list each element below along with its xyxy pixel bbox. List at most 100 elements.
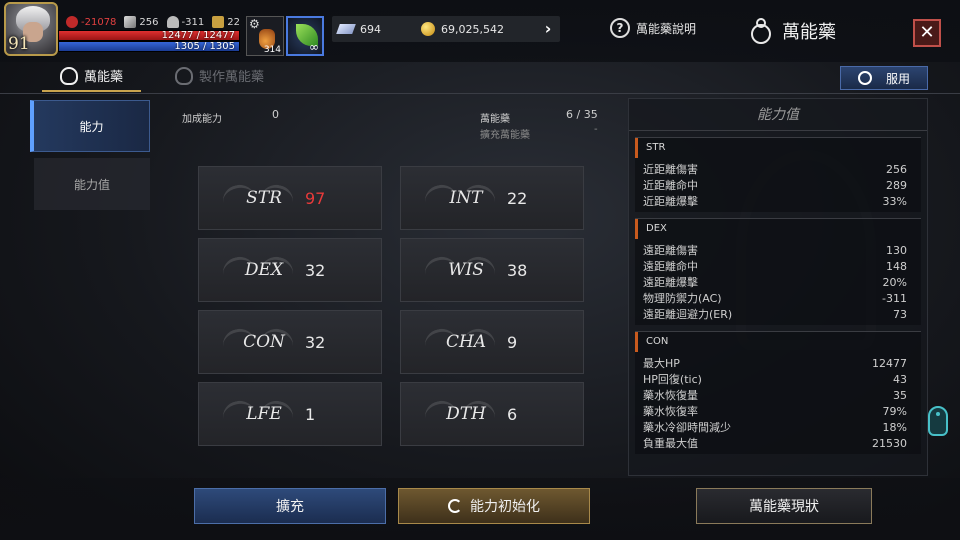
stat-name: CHA bbox=[445, 332, 487, 352]
stat-card-con[interactable]: CON 32 bbox=[198, 310, 382, 374]
row-value: 18% bbox=[882, 421, 907, 434]
player-level: 91 bbox=[8, 34, 30, 54]
row-value: 20% bbox=[882, 276, 907, 289]
row-value: 148 bbox=[886, 260, 907, 273]
reset-button-label: 能力初始化 bbox=[470, 499, 540, 515]
mp-text: 1305 / 1305 bbox=[174, 41, 235, 52]
trophy-icon bbox=[212, 16, 225, 28]
elixir-emblem-icon bbox=[746, 18, 772, 44]
gold-coin-icon bbox=[421, 22, 435, 36]
row-label: 藥水冷卻時間減少 bbox=[643, 421, 731, 434]
stat-value: 6 bbox=[507, 404, 518, 424]
sword-icon bbox=[124, 16, 137, 28]
bottom-action-bar: 擴充 能力初始化 萬能藥現狀 bbox=[0, 478, 960, 540]
stat-value: 22 bbox=[507, 188, 528, 208]
screen-title-text: 萬能藥 bbox=[782, 22, 836, 43]
stat-detail-row: 近距離爆擊 33% bbox=[643, 194, 921, 210]
close-button[interactable]: ✕ bbox=[913, 19, 941, 47]
stat-value: 38 bbox=[507, 260, 528, 280]
stat-detail-row: 最大HP 12477 bbox=[643, 356, 921, 372]
tab-craft-label: 製作萬能藥 bbox=[199, 70, 265, 85]
dinosaur-mascot-icon[interactable] bbox=[924, 400, 952, 440]
tab-craft-elixir[interactable]: 製作萬能藥 bbox=[175, 66, 264, 85]
expand-button[interactable]: 擴充 bbox=[194, 488, 386, 524]
currency-bar: 694 69,025,542 › bbox=[332, 16, 560, 42]
elixir-count: 6 / 35 bbox=[566, 108, 598, 121]
stat-name: INT bbox=[449, 188, 483, 208]
status-button-label: 萬能藥現狀 bbox=[749, 499, 819, 515]
gear-icon: ⚙ bbox=[249, 17, 260, 31]
row-label: 遠距離傷害 bbox=[643, 244, 698, 257]
row-label: HP回復(tic) bbox=[643, 373, 702, 386]
mp-bar: 1305 / 1305 bbox=[58, 41, 240, 52]
crystal-amount: 694 bbox=[360, 22, 381, 36]
elixir-help-button[interactable]: ? 萬能藥說明 bbox=[610, 18, 696, 38]
elixir-status-button[interactable]: 萬能藥現狀 bbox=[696, 488, 872, 524]
stat-card-wis[interactable]: WIS 38 bbox=[400, 238, 584, 302]
stat-value: 1 bbox=[305, 404, 316, 424]
expand-elixir-value: - bbox=[594, 124, 598, 135]
row-value: 35 bbox=[893, 389, 907, 402]
row-label: 最大HP bbox=[643, 357, 680, 370]
stat-name: STR bbox=[246, 188, 282, 208]
stat-name: DTH bbox=[446, 404, 486, 424]
stat-card-lfe[interactable]: LFE 1 bbox=[198, 382, 382, 446]
stat-detail-row: 物理防禦力(AC) -311 bbox=[643, 291, 921, 307]
stat-detail-row: 遠距離爆擊 20% bbox=[643, 275, 921, 291]
group-header: DEX bbox=[635, 219, 921, 239]
bonus-label: 加成能力 bbox=[182, 114, 222, 125]
stat-detail-row: 藥水恢復率 79% bbox=[643, 404, 921, 420]
flask-icon bbox=[857, 71, 872, 85]
sidebar-item-stats[interactable]: 能力值 bbox=[34, 158, 150, 210]
row-value: 33% bbox=[882, 195, 907, 208]
stat-name: DEX bbox=[244, 260, 284, 280]
hp-bar: 12477 / 12477 bbox=[58, 30, 240, 41]
use-elixir-button[interactable]: 服用 bbox=[840, 66, 928, 90]
stat-detail-row: 負重最大值 21530 bbox=[643, 436, 921, 452]
row-value: 73 bbox=[893, 308, 907, 321]
heart-icon bbox=[66, 16, 78, 28]
row-label: 遠距離命中 bbox=[643, 260, 698, 273]
ability-values-panel[interactable]: 能力值 STR 近距離傷害 256 近距離命中 289 近距離爆擊 33% DEX 遠… bbox=[628, 98, 928, 476]
row-label: 物理防禦力(AC) bbox=[643, 292, 722, 305]
group-header: CON bbox=[635, 332, 921, 352]
potion-slot[interactable]: ⚙ 314 bbox=[246, 16, 284, 56]
elixir-label: 萬能藥 bbox=[480, 114, 510, 125]
row-value: 130 bbox=[886, 244, 907, 257]
buff-slot[interactable]: ∞ bbox=[286, 16, 324, 56]
row-label: 遠距離迴避力(ER) bbox=[643, 308, 733, 321]
sidebar-item-ability[interactable]: 能力 bbox=[30, 100, 150, 152]
tab-elixir[interactable]: 萬能藥 bbox=[41, 66, 142, 92]
group-header: STR bbox=[635, 138, 921, 158]
stat-detail-row: 遠距離命中 148 bbox=[643, 259, 921, 275]
side-navigation: 能力 能力值 bbox=[30, 100, 154, 216]
stat-card-cha[interactable]: CHA 9 bbox=[400, 310, 584, 374]
use-button-label: 服用 bbox=[885, 71, 910, 86]
stat-value: 9 bbox=[507, 332, 518, 352]
currency-expand-button[interactable]: › bbox=[536, 16, 560, 42]
row-value: 43 bbox=[893, 373, 907, 386]
stat-value: 32 bbox=[305, 260, 326, 280]
hp-text: 12477 / 12477 bbox=[161, 30, 235, 41]
tab-bar: 萬能藥 製作萬能藥 服用 bbox=[0, 62, 960, 94]
stat-card-dex[interactable]: DEX 32 bbox=[198, 238, 382, 302]
stat-value: 32 bbox=[305, 332, 326, 352]
row-label: 藥水恢復量 bbox=[643, 389, 698, 402]
mascot-eye bbox=[936, 412, 940, 416]
stat-card-int[interactable]: INT 22 bbox=[400, 166, 584, 230]
row-value: 12477 bbox=[872, 357, 907, 370]
player-stats: -21078 256 -311 22 bbox=[66, 16, 240, 28]
craft-tab-icon bbox=[175, 66, 193, 85]
attack-stat: 256 bbox=[124, 16, 159, 28]
row-label: 遠距離爆擊 bbox=[643, 276, 698, 289]
top-hud: 91 -21078 256 -311 22 12477 / 12477 1305… bbox=[0, 0, 960, 62]
stat-detail-row: HP回復(tic) 43 bbox=[643, 372, 921, 388]
stat-detail-row: 藥水冷卻時間減少 18% bbox=[643, 420, 921, 436]
stat-group-con: CON 最大HP 12477 HP回復(tic) 43 藥水恢復量 35 藥水恢復率 7… bbox=[635, 331, 921, 454]
reset-ability-button[interactable]: 能力初始化 bbox=[398, 488, 590, 524]
gold-amount: 69,025,542 bbox=[441, 22, 504, 36]
refresh-icon bbox=[448, 499, 462, 513]
potion-count: 314 bbox=[263, 45, 281, 55]
stat-card-str[interactable]: STR 97 bbox=[198, 166, 382, 230]
stat-card-dth[interactable]: DTH 6 bbox=[400, 382, 584, 446]
